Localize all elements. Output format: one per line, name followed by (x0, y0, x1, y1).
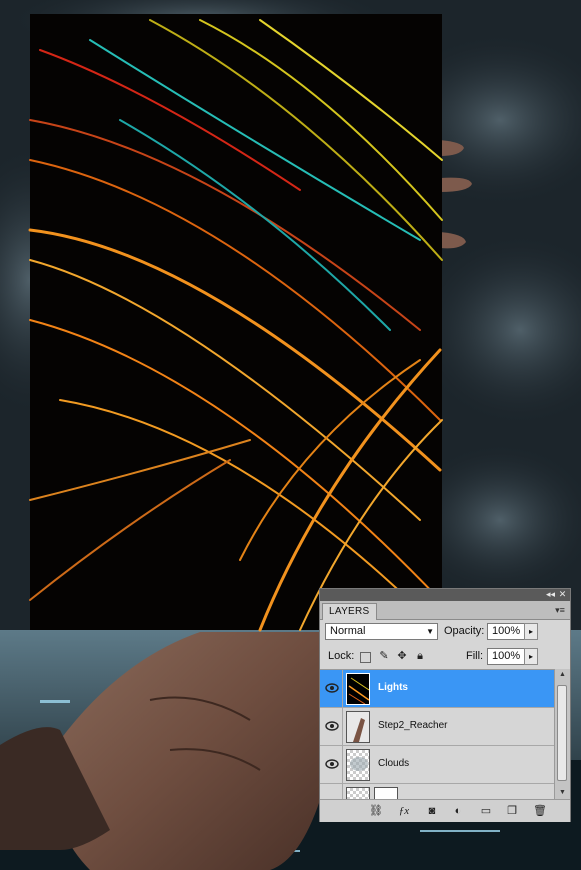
blend-mode-value: Normal (330, 625, 366, 637)
scroll-thumb[interactable] (557, 685, 567, 781)
divider (342, 784, 343, 800)
panel-tab-row: LAYERS ▾≡ (320, 601, 570, 620)
scroll-up-icon[interactable]: ▲ (555, 669, 570, 681)
new-layer-icon[interactable]: ❐ (504, 803, 520, 819)
fill-input[interactable]: 100% (487, 648, 525, 665)
divider (342, 708, 343, 746)
trash-icon[interactable]: 🗑︎ (532, 803, 548, 819)
opacity-label: Opacity: (444, 625, 485, 637)
panel-title-bar[interactable]: ◂◂ ✕ (320, 589, 570, 601)
fill-slider-button[interactable]: ▸ (524, 648, 538, 665)
adjustment-icon[interactable]: ◐ (450, 803, 466, 819)
folder-icon[interactable]: ▭ (478, 803, 494, 819)
tab-layers[interactable]: LAYERS (322, 603, 377, 620)
layer-row-step2-reacher[interactable]: Step2_Reacher (320, 708, 554, 746)
link-icon[interactable]: ⛓ (368, 803, 384, 819)
layer-name: Step2_Reacher (378, 720, 448, 731)
double-chevron-left-icon[interactable]: ◂◂ (545, 589, 556, 600)
eye-icon[interactable] (324, 719, 340, 733)
blend-mode-select[interactable]: Normal ▼ (325, 623, 438, 640)
layer-row-lights[interactable]: Lights (320, 670, 554, 708)
clouds-thumbnail (346, 749, 370, 781)
opacity-slider-button[interactable]: ▸ (524, 623, 538, 640)
eye-icon[interactable] (324, 757, 340, 771)
layer-row-partial[interactable] (320, 784, 554, 800)
chevron-down-icon: ▼ (426, 627, 434, 636)
mask-icon[interactable]: ◙ (424, 803, 440, 819)
layer-name: Lights (378, 682, 408, 693)
reacher-thumbnail (346, 711, 370, 743)
divider (342, 670, 343, 708)
layers-panel: ◂◂ ✕ LAYERS ▾≡ Normal ▼ Opacity: 100% ▸ … (319, 588, 571, 822)
lock-move-icon[interactable]: ✥ (396, 650, 408, 662)
lock-transparent-icon[interactable] (360, 652, 371, 663)
opacity-input[interactable]: 100% (487, 623, 525, 640)
lock-label: Lock: (328, 650, 355, 662)
layer-name: Clouds (378, 758, 410, 769)
lock-row: Lock: ✎ ✥ 🔒︎ Fill: 100% ▸ (320, 648, 570, 665)
panel-menu-icon[interactable]: ▾≡ (553, 604, 567, 616)
fill-label: Fill: (466, 650, 484, 662)
scroll-down-icon[interactable]: ▼ (555, 787, 570, 799)
fx-icon[interactable]: ƒx (396, 803, 412, 819)
layer-row-clouds[interactable]: Clouds (320, 746, 554, 784)
lock-paint-icon[interactable]: ✎ (378, 650, 390, 662)
lights-thumbnail (346, 673, 370, 705)
layers-list: Lights Step2_Reacher Clouds (320, 669, 554, 800)
layers-bottom-toolbar: ⛓ ƒx ◙ ◐ ▭ ❐ 🗑︎ (320, 799, 570, 822)
close-icon[interactable]: ✕ (557, 589, 568, 600)
lock-all-icon[interactable]: 🔒︎ (414, 650, 426, 662)
divider (342, 746, 343, 784)
eye-icon[interactable] (324, 681, 340, 695)
layers-scrollbar[interactable]: ▲ ▼ (554, 669, 570, 799)
blend-row: Normal ▼ Opacity: 100% ▸ (320, 623, 570, 640)
